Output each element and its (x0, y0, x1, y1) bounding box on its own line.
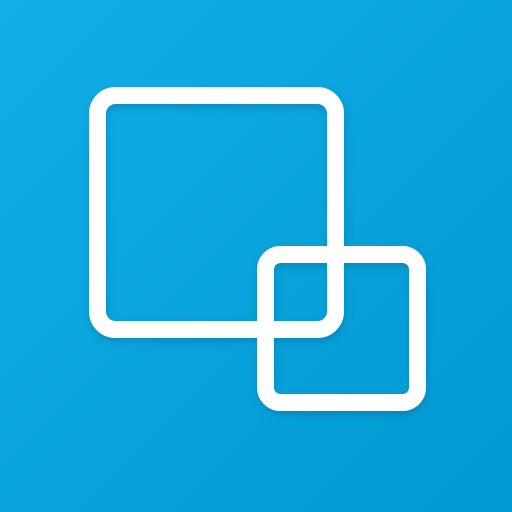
icon-background (0, 0, 512, 512)
picture-in-picture-icon (0, 0, 512, 512)
app-icon[interactable] (0, 0, 512, 512)
